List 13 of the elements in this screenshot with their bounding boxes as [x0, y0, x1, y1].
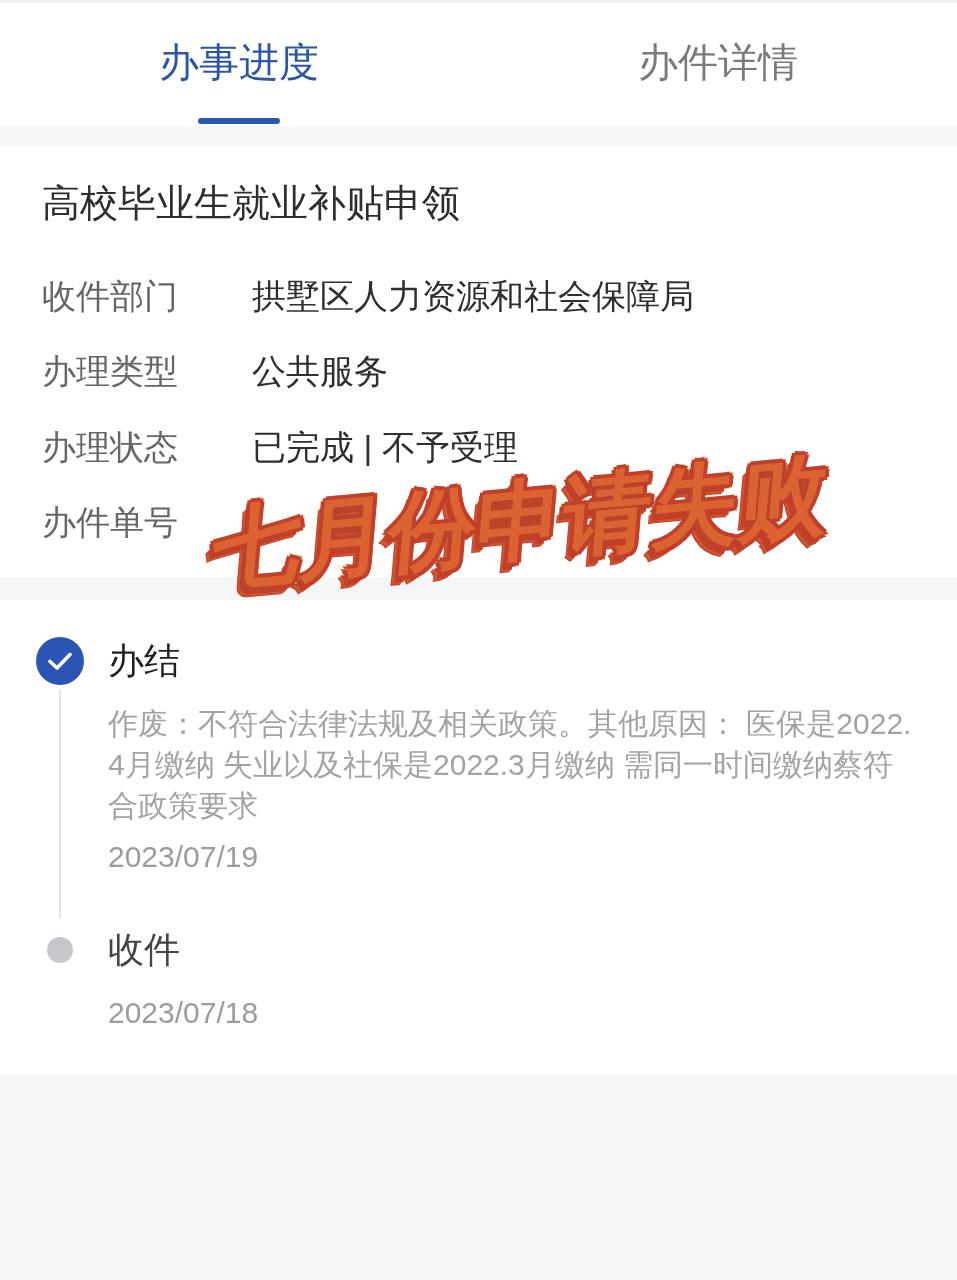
step-title: 收件 [108, 928, 180, 972]
step-description: 作废：不符合法律法规及相关政策。其他原因： 医保是2022.4月缴纳 失业以及社保是2022.3月缴纳 需同一时间缴纳蔡符合政策要求 [108, 706, 913, 824]
field-label: 办件单号 [42, 502, 178, 544]
field-label: 收件部门 [42, 275, 178, 317]
step-date: 2023/07/19 [108, 839, 259, 875]
field-label: 办理类型 [42, 351, 178, 393]
field-label: 办理状态 [42, 426, 178, 468]
field-value: 公共服务 [252, 351, 388, 393]
step-date: 2023/07/18 [108, 995, 259, 1031]
field-value: 已完成 | 不予受理 [252, 426, 518, 468]
field-value: 拱墅区人力资源和社会保障局 [252, 275, 694, 317]
step-title: 办结 [108, 639, 180, 683]
application-title: 高校毕业生就业补贴申领 [42, 181, 461, 226]
